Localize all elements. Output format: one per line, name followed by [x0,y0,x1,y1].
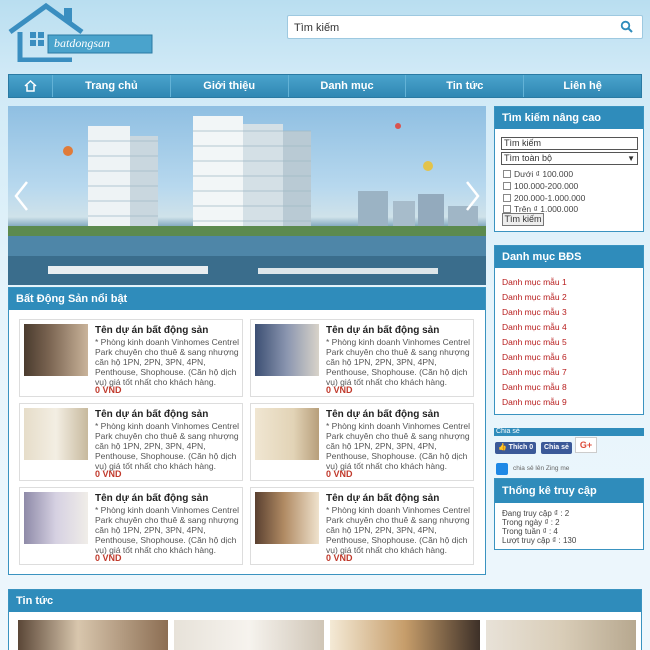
category-link[interactable]: Danh mục mẫu 7 [502,367,567,377]
news-thumbnail[interactable] [174,620,324,650]
chevron-down-icon: ▼ [627,154,635,163]
property-price: 0 VND [95,469,122,479]
category-link[interactable]: Danh mục mẫu 3 [502,307,567,317]
property-card[interactable]: Tên dự án bất động sản * Phòng kinh doan… [250,319,474,397]
category-link[interactable]: Danh mục mẫu 8 [502,382,567,392]
facebook-like-label: Thích 0 [508,444,534,451]
nav-item-about[interactable]: Giới thiệu [171,75,289,97]
search-box [287,15,643,39]
property-price: 0 VND [326,385,353,395]
checkbox[interactable] [503,182,511,190]
property-title[interactable]: Tên dự án bất động sản [95,325,208,336]
property-price: 0 VND [326,553,353,563]
property-title[interactable]: Tên dự án bất động sản [326,409,439,420]
zing-icon[interactable] [496,463,508,475]
property-card[interactable]: Tên dự án bất động sản * Phòng kinh doan… [250,487,474,565]
price-option[interactable]: 200.000-1.000.000 [503,193,585,203]
scope-select[interactable]: Tìm toàn bộ ▼ [501,152,638,165]
nav-item-home[interactable]: Trang chủ [53,75,171,97]
category-link[interactable]: Danh mục mẫu 1 [502,277,567,287]
main-nav: Trang chủ Giới thiệu Danh mục Tin tức Li… [8,74,642,98]
property-card[interactable]: Tên dự án bất động sản * Phòng kinh doan… [19,487,243,565]
keyword-field[interactable]: Tìm kiếm [501,137,638,150]
chevron-left-icon[interactable] [12,178,32,214]
stat-week: Trong tuần ₫ : 4 [502,527,558,536]
checkbox[interactable] [503,194,511,202]
home-icon [24,80,37,92]
property-thumbnail [255,408,319,460]
categories-panel: Danh mục BĐS Danh mục mẫu 1 Danh mục mẫu… [494,245,644,415]
facebook-share-button[interactable]: Chia sẻ [541,442,572,454]
property-desc: * Phòng kinh doanh Vinhomes Centrel Park… [95,337,239,387]
property-card[interactable]: Tên dự án bất động sản * Phòng kinh doan… [19,319,243,397]
news-title: Tin tức [9,590,641,612]
property-price: 0 VND [95,385,122,395]
house-logo-icon [8,2,153,63]
checkbox[interactable] [503,205,511,213]
property-desc: * Phòng kinh doanh Vinhomes Centrel Park… [326,505,470,555]
site-logo[interactable]: batdongsan [8,2,153,63]
stats-panel: Thống kê truy cập Đang truy cập ₫ : 2 Tr… [494,478,644,550]
price-option-label: 100.000-200.000 [514,181,579,191]
nav-item-news[interactable]: Tin tức [406,75,525,97]
thumbs-up-icon: 👍 [498,444,507,451]
featured-title: Bất Động Sản nổi bật [9,288,485,310]
property-desc: * Phòng kinh doanh Vinhomes Centrel Park… [95,421,239,471]
nav-item-contact[interactable]: Liên hệ [524,75,641,97]
price-option-label: 200.000-1.000.000 [514,193,586,203]
checkbox[interactable] [503,170,511,178]
property-thumbnail [255,324,319,376]
property-card[interactable]: Tên dự án bất động sản * Phòng kinh doan… [19,403,243,481]
search-input[interactable] [294,20,604,35]
price-option[interactable]: 100.000-200.000 [503,181,578,191]
property-price: 0 VND [95,553,122,563]
nav-home[interactable] [9,75,53,97]
category-link[interactable]: Danh mục mẫu 6 [502,352,567,362]
advanced-search-button[interactable]: Tìm kiếm [502,213,544,226]
category-link[interactable]: Danh mục mẫu 4 [502,322,567,332]
header: batdongsan [0,0,650,70]
price-option[interactable]: Dưới ₫ 100.000 [503,169,573,179]
stat-total: Lượt truy cập ₫ : 130 [502,536,577,545]
facebook-like-button[interactable]: 👍 Thích 0 [495,442,537,454]
hero-slider [8,106,486,285]
zing-share-text[interactable]: chia sẻ lên Zing me [513,465,569,472]
news-thumbnail[interactable] [18,620,168,650]
price-option-label: Dưới ₫ 100.000 [514,169,574,179]
logo-text: batdongsan [54,36,111,50]
stat-today: Trong ngày ₫ : 2 [502,518,560,527]
property-price: 0 VND [326,469,353,479]
categories-title: Danh mục BĐS [495,246,643,268]
advanced-search-title: Tìm kiếm nâng cao [495,107,643,129]
property-thumbnail [24,408,88,460]
slider-image [8,116,486,285]
property-desc: * Phòng kinh doanh Vinhomes Centrel Park… [326,337,470,387]
property-card[interactable]: Tên dự án bất động sản * Phòng kinh doan… [250,403,474,481]
news-thumbnail[interactable] [330,620,480,650]
stats-title: Thống kê truy cập [495,479,643,503]
property-desc: * Phòng kinh doanh Vinhomes Centrel Park… [95,505,239,555]
category-link[interactable]: Danh mục mẫu 5 [502,337,567,347]
search-icon[interactable] [620,20,634,34]
property-title[interactable]: Tên dự án bất động sản [326,493,439,504]
news-thumbnail[interactable] [486,620,636,650]
chevron-right-icon[interactable] [462,178,482,214]
nav-item-categories[interactable]: Danh mục [289,75,407,97]
category-link[interactable]: Danh mục mẫu 9 [502,397,567,407]
property-title[interactable]: Tên dự án bất động sản [95,409,208,420]
property-desc: * Phòng kinh doanh Vinhomes Centrel Park… [326,421,470,471]
stat-online: Đang truy cập ₫ : 2 [502,509,570,518]
share-label: Chia sẻ [496,428,520,435]
property-thumbnail [255,492,319,544]
property-thumbnail [24,324,88,376]
property-title[interactable]: Tên dự án bất động sản [95,493,208,504]
property-title[interactable]: Tên dự án bất động sản [326,325,439,336]
category-link[interactable]: Danh mục mẫu 2 [502,292,567,302]
scope-select-value: Tìm toàn bộ [504,153,553,163]
advanced-search-panel: Tìm kiếm nâng cao Tìm kiếm Tìm toàn bộ ▼… [494,106,644,232]
google-plus-button[interactable]: G+ [575,437,597,453]
property-thumbnail [24,492,88,544]
